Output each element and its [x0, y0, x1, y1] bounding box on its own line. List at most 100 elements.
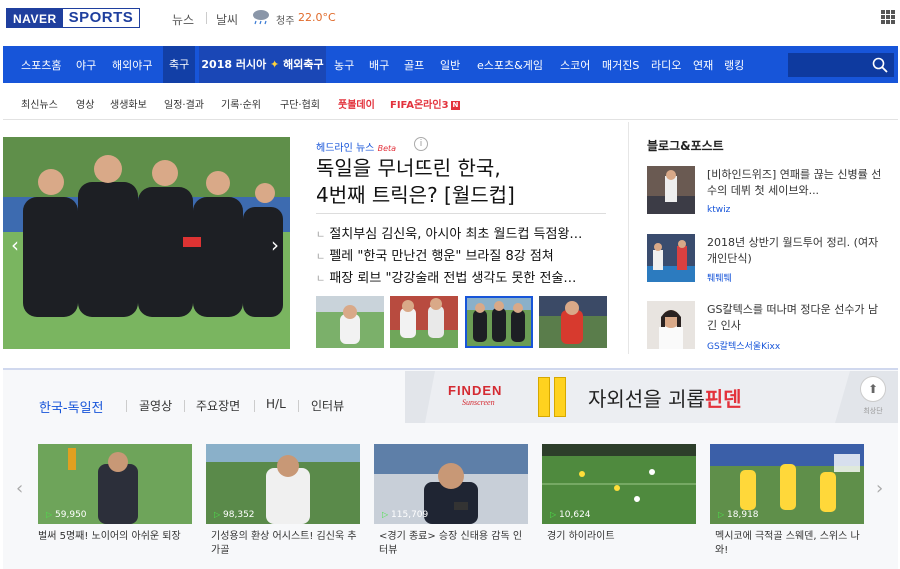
blog-item-author[interactable]: ktwiz — [707, 205, 730, 215]
worldcup-label: 2018 러시아 — [201, 58, 267, 71]
video-title[interactable]: <경기 종료> 승장 신태용 감독 인터뷰 — [379, 530, 529, 558]
nav-item-magazine[interactable]: 매거진S — [602, 57, 639, 73]
top-header: NAVER SPORTS 뉴스 날씨 청주 22.0°C — [0, 0, 900, 38]
blog-section-title: 블로그&포스트 — [647, 139, 724, 153]
headline-thumbnail[interactable] — [316, 296, 384, 348]
nav-item-worldcup[interactable]: 2018 러시아 ✦ 해외축구 — [199, 46, 326, 83]
video-title[interactable]: 경기 하이라이트 — [547, 530, 697, 544]
headline-title[interactable]: 독일을 무너뜨린 한국, 4번째 트릭은? [월드컵] — [316, 155, 556, 209]
tab-goal-videos[interactable]: 골영상 — [139, 397, 172, 414]
blog-thumbnail[interactable] — [647, 166, 695, 214]
search-input[interactable] — [788, 53, 894, 77]
video-card[interactable]: ▷ 18,918 — [710, 444, 864, 524]
tab-highlights-scenes[interactable]: 주요장면 — [196, 397, 240, 414]
tab-divider — [298, 400, 299, 412]
subnav-latest[interactable]: 최신뉴스 — [21, 96, 58, 111]
weather-temp: 22.0°C — [298, 11, 336, 24]
subnav-video[interactable]: 영상 — [76, 96, 94, 111]
video-card[interactable]: ▷ 10,624 — [542, 444, 696, 524]
headline-hero-image[interactable]: ‹ › — [3, 137, 290, 349]
blog-item-author[interactable]: GS칼텍스서울Kixx — [707, 339, 780, 352]
finden-logo: FINDEN Sunscreen — [448, 383, 502, 407]
blog-item-author[interactable]: 퉤퉤퉤 — [707, 271, 732, 284]
logo-naver-text: NAVER — [7, 9, 63, 27]
video-card[interactable]: ▷ 59,950 — [38, 444, 192, 524]
video-title[interactable]: 벌써 5명째! 노이어의 아쉬운 퇴장 — [38, 530, 188, 544]
subnav-schedule[interactable]: 일정·결과 — [164, 96, 204, 111]
nav-item-overseas-baseball[interactable]: 해외야구 — [112, 57, 152, 73]
view-count-value: 59,950 — [55, 510, 87, 520]
nav-item-radio[interactable]: 라디오 — [651, 57, 681, 73]
section-divider — [628, 122, 629, 354]
video-title[interactable]: 멕시코에 극적골 스웨덴, 스위스 나와! — [715, 530, 865, 558]
blog-item-text[interactable]: GS칼텍스를 떠나며 정다운 선수가 남긴 인사 — [707, 302, 882, 334]
nav-item-series[interactable]: 연재 — [693, 57, 713, 73]
headline-news-item[interactable]: ㄴ 절치부심 김신욱, 아시아 최초 월드컵 득점왕… — [316, 223, 582, 242]
headline-title-line1: 독일을 무너뜨린 한국, — [316, 156, 501, 180]
headline-title-line2: 4번째 트릭은? [월드컵] — [316, 183, 515, 207]
nav-item-golf[interactable]: 골프 — [404, 57, 424, 73]
sunscreen-tube — [554, 377, 566, 417]
fifa-online-label: FIFA온라인3 — [390, 100, 449, 111]
view-count: ▷ 18,918 — [718, 510, 759, 520]
thumbnail-image — [539, 296, 607, 348]
nav-item-basketball[interactable]: 농구 — [334, 57, 354, 73]
info-icon[interactable]: i — [414, 137, 428, 151]
headline-thumbnail[interactable] — [390, 296, 458, 348]
search-icon[interactable] — [872, 57, 888, 73]
blog-thumbnail[interactable] — [647, 234, 695, 282]
blog-item-text[interactable]: 2018년 상반기 월드투어 정리. (여자 개인단식) — [707, 235, 882, 267]
thumbnail-image — [465, 296, 533, 348]
ad-slogan-brand: 핀덴 — [704, 387, 742, 411]
view-count: ▷ 98,352 — [214, 510, 255, 520]
tab-korea-germany[interactable]: 한국-독일전 — [39, 397, 104, 416]
top-link-news[interactable]: 뉴스 — [172, 11, 194, 28]
nav-item-general[interactable]: 일반 — [440, 57, 460, 73]
nav-item-baseball[interactable]: 야구 — [76, 57, 96, 73]
weather-city: 청주 — [276, 16, 295, 27]
headline-tag-label: 헤드라인 뉴스 — [316, 143, 375, 154]
logo-sports-text: SPORTS — [68, 9, 134, 26]
video-prev-arrow[interactable]: ‹ — [16, 478, 23, 499]
main-nav: 스포츠홈 야구 해외야구 축구 2018 러시아 ✦ 해외축구 농구 배구 골프… — [3, 46, 898, 83]
bullet-icon: ㄴ — [316, 274, 326, 285]
hero-next-arrow[interactable]: › — [271, 233, 279, 257]
finden-ad-banner[interactable]: FINDEN Sunscreen 자외선을 괴롭핀덴 — [405, 371, 898, 423]
subnav-football-day[interactable]: 풋볼데이 — [338, 96, 375, 111]
subnav-records[interactable]: 기록·순위 — [221, 96, 261, 111]
nav-item-esports[interactable]: e스포츠&게임 — [477, 57, 543, 73]
nav-item-score[interactable]: 스코어 — [560, 57, 590, 73]
headline-thumbnail[interactable] — [539, 296, 607, 348]
news-item-text: 펠레 "한국 만난건 행운" 브라질 8강 점쳐 — [329, 249, 554, 264]
nav-item-soccer[interactable]: 축구 — [163, 46, 196, 83]
sunscreen-tube — [538, 377, 550, 417]
subnav-fifa-online[interactable]: FIFA온라인3 N — [390, 96, 461, 111]
scroll-top-label: 최상단 — [863, 407, 883, 415]
video-card[interactable]: ▷ 115,709 — [374, 444, 528, 524]
headline-news-item[interactable]: ㄴ 패장 뢰브 "강강술래 전법 생각도 못한 전술… — [316, 267, 576, 286]
apps-grid-icon[interactable] — [881, 10, 895, 24]
tab-interview[interactable]: 인터뷰 — [311, 397, 344, 414]
naver-sports-logo[interactable]: NAVER SPORTS — [6, 8, 141, 28]
scroll-top-button[interactable]: ⬆ — [860, 376, 886, 402]
headline-news-item[interactable]: ㄴ 펠레 "한국 만난건 행운" 브라질 8강 점쳐 — [316, 245, 554, 264]
star-icon: ✦ — [270, 58, 280, 71]
tab-divider — [126, 400, 127, 412]
nav-item-volleyball[interactable]: 배구 — [369, 57, 389, 73]
play-icon: ▷ — [718, 510, 725, 519]
nav-item-ranking[interactable]: 랭킹 — [724, 57, 744, 73]
subnav-photos[interactable]: 생생화보 — [110, 96, 147, 111]
video-next-arrow[interactable]: › — [876, 478, 883, 499]
top-link-weather[interactable]: 날씨 — [216, 11, 238, 28]
video-card[interactable]: ▷ 98,352 — [206, 444, 360, 524]
tab-hl[interactable]: H/L — [266, 397, 286, 411]
blog-item-text[interactable]: [비하인드위즈] 연패를 끊는 신병률 선수의 데뷔 첫 세이브와... — [707, 167, 882, 199]
subnav-clubs[interactable]: 구단·협회 — [280, 96, 320, 111]
nav-item-home[interactable]: 스포츠홈 — [21, 57, 61, 73]
headline-divider — [316, 213, 606, 214]
blog-thumbnail[interactable] — [647, 301, 695, 349]
hero-prev-arrow[interactable]: ‹ — [11, 233, 19, 257]
video-title[interactable]: 기성용의 환상 어시스트! 김신욱 추가골 — [211, 530, 361, 558]
top-divider — [206, 12, 207, 24]
headline-thumbnail-selected[interactable] — [465, 296, 533, 348]
